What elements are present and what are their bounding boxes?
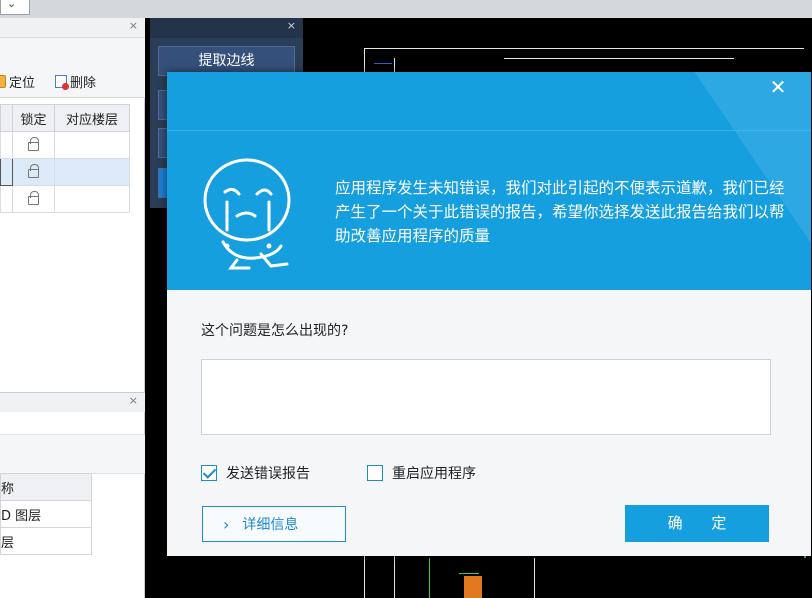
layers-toolbar: 定位 删除 bbox=[0, 38, 145, 98]
tools-panel-header: × bbox=[150, 18, 303, 38]
restart-app-checkbox[interactable]: 重启应用程序 bbox=[367, 463, 476, 483]
dialog-banner: ✕ 应用程序发生未知错误，我们对此引起的不便表示道歉，我们已经产生了一个关于此错… bbox=[167, 72, 811, 290]
details-label: 详细信息 bbox=[242, 517, 299, 533]
details-button[interactable]: › 详细信息 bbox=[202, 506, 346, 542]
checkbox-checked-icon[interactable] bbox=[201, 465, 217, 481]
delete-button[interactable]: 删除 bbox=[55, 72, 97, 91]
locate-label: 定位 bbox=[9, 75, 36, 91]
chevron-down-icon: ⌄ bbox=[7, 0, 17, 10]
top-dropdown[interactable]: ⌄ bbox=[0, 0, 30, 15]
description-textarea[interactable] bbox=[201, 359, 771, 435]
close-icon[interactable]: × bbox=[129, 19, 138, 32]
table-row[interactable]: 称 bbox=[0, 473, 92, 501]
app-top-strip: ⌄ bbox=[0, 0, 812, 18]
send-report-label: 发送错误报告 bbox=[226, 466, 310, 482]
close-icon[interactable]: × bbox=[287, 19, 296, 32]
layers-table: 锁定 对应楼层 bbox=[0, 104, 130, 213]
checkbox-unchecked-icon[interactable] bbox=[367, 465, 383, 481]
table-row[interactable]: 层 bbox=[0, 527, 92, 555]
question-label: 这个问题是怎么出现的? bbox=[201, 323, 349, 339]
column-header-floor[interactable]: 对应楼层 bbox=[54, 104, 130, 132]
send-report-checkbox[interactable]: 发送错误报告 bbox=[201, 463, 310, 483]
second-panel-toolbar bbox=[0, 434, 145, 474]
second-panel-header: × bbox=[0, 392, 145, 412]
restart-app-label: 重启应用程序 bbox=[392, 466, 476, 482]
ok-button[interactable]: 确 定 bbox=[625, 505, 769, 542]
lock-icon bbox=[28, 190, 39, 205]
locate-icon bbox=[0, 74, 6, 88]
column-header-lock[interactable]: 锁定 bbox=[12, 104, 55, 132]
chevron-right-icon: › bbox=[223, 514, 230, 534]
locate-button[interactable]: 定位 bbox=[0, 72, 36, 91]
crying-face-icon bbox=[203, 158, 291, 270]
error-message: 应用程序发生未知错误，我们对此引起的不便表示道歉，我们已经产生了一个关于此错误的… bbox=[335, 179, 785, 245]
table-row[interactable]: D 图层 bbox=[0, 500, 92, 528]
table-row[interactable] bbox=[0, 185, 130, 213]
delete-icon bbox=[55, 74, 69, 90]
table-row[interactable] bbox=[0, 131, 130, 159]
layers-panel-header: × bbox=[0, 18, 145, 38]
second-panel-table: 称 D 图层 层 bbox=[0, 473, 92, 555]
close-icon[interactable]: × bbox=[129, 394, 138, 407]
table-row[interactable] bbox=[0, 158, 130, 186]
error-report-dialog: ✕ 应用程序发生未知错误，我们对此引起的不便表示道歉，我们已经产生了一个关于此错… bbox=[167, 72, 811, 556]
close-icon[interactable]: ✕ bbox=[767, 76, 789, 98]
lock-icon bbox=[28, 136, 39, 151]
table-header-cell bbox=[0, 104, 13, 132]
layers-panel: × 定位 删除 锁定 对应楼层 × 称 D 图层 层 bbox=[0, 18, 145, 598]
delete-label: 删除 bbox=[70, 75, 97, 91]
lock-icon bbox=[28, 163, 39, 178]
